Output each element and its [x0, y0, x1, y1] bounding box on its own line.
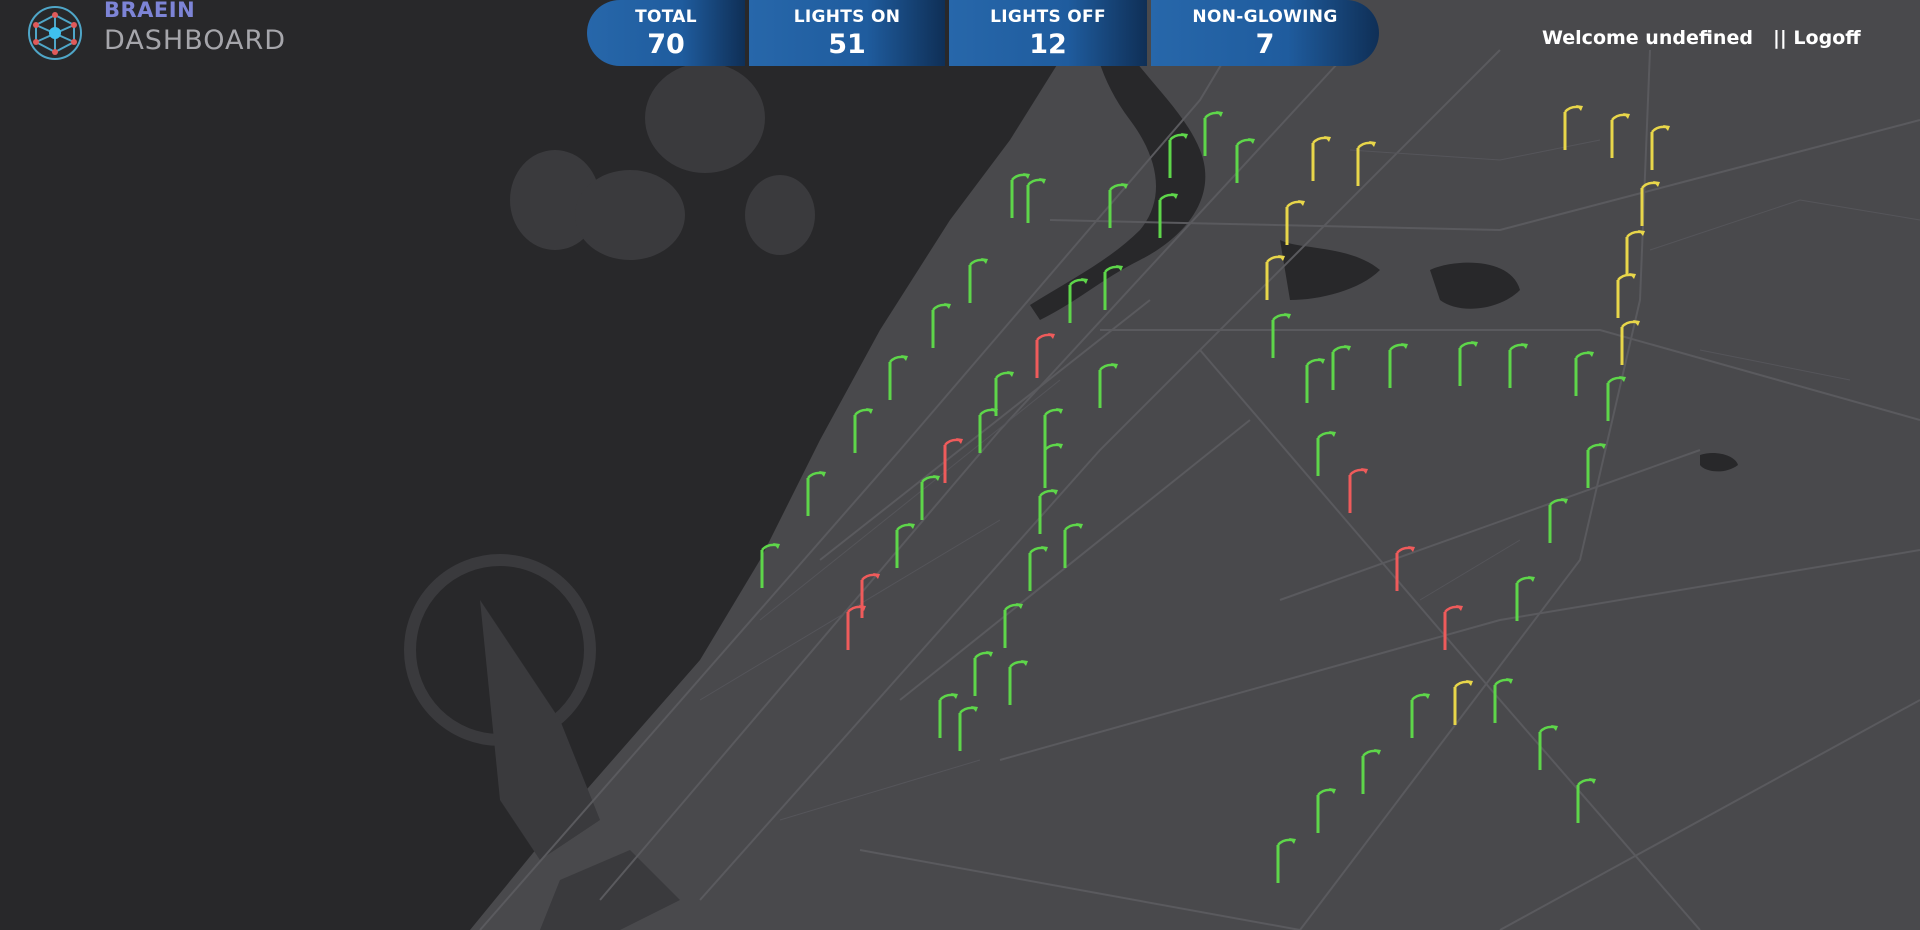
brand: BRAEIN DASHBOARD: [16, 0, 286, 66]
stat-label: TOTAL: [635, 6, 697, 27]
stat-label: LIGHTS ON: [793, 6, 901, 27]
stat-lights-off[interactable]: LIGHTS OFF 12: [949, 0, 1147, 66]
stat-lights-on[interactable]: LIGHTS ON 51: [749, 0, 945, 66]
welcome-text: Welcome undefined: [1542, 27, 1753, 49]
brand-title: BRAEIN: [104, 0, 196, 22]
stat-label: LIGHTS OFF: [990, 6, 1106, 27]
stat-total[interactable]: TOTAL 70: [587, 0, 745, 66]
logoff-link[interactable]: || Logoff: [1773, 27, 1861, 49]
stat-label: NON-GLOWING: [1192, 6, 1338, 27]
map[interactable]: [0, 0, 1920, 930]
user-area: Welcome undefined || Logoff: [1542, 27, 1861, 49]
brain-network-icon: [28, 6, 82, 60]
stat-non-glowing[interactable]: NON-GLOWING 7: [1151, 0, 1379, 66]
stat-value: 12: [1029, 28, 1067, 60]
stat-value: 70: [647, 28, 685, 60]
stat-value: 7: [1255, 28, 1275, 60]
stats-bar: TOTAL 70 LIGHTS ON 51 LIGHTS OFF 12 NON-…: [587, 0, 1379, 66]
stat-value: 51: [828, 28, 866, 60]
brand-subtitle: DASHBOARD: [104, 25, 287, 56]
